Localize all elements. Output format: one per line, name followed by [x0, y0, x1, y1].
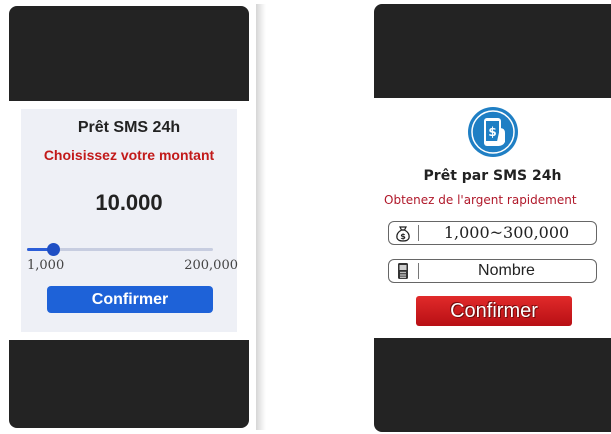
page-title: Prêt SMS 24h [77, 119, 181, 136]
money-bag-icon: $ [396, 226, 410, 242]
svg-text:$: $ [400, 232, 406, 241]
phone-icon [398, 263, 408, 279]
left-phone-mockup [9, 6, 249, 428]
amount-range-field[interactable]: $ 1,000~300,000 [388, 221, 597, 245]
submit-button[interactable]: Confirmer [416, 296, 572, 326]
right-phone-mockup [374, 4, 611, 432]
page-subtitle: Choisissez votre montant [43, 147, 215, 163]
field-separator [418, 263, 419, 279]
phone-number-placeholder[interactable]: Nombre [421, 260, 592, 282]
svg-text:$: $ [488, 125, 496, 139]
panel-divider [256, 4, 266, 430]
slider-max-label: 200,000 [184, 258, 238, 273]
field-separator [418, 225, 419, 241]
app-title: Prêt par SMS 24h [423, 168, 562, 184]
app-subtitle: Obtenez de l'argent rapidement [384, 193, 577, 207]
phone-dollar-icon: $ [468, 107, 518, 157]
amount-slider[interactable] [27, 243, 213, 256]
phone-number-field[interactable]: Nombre [388, 259, 597, 283]
amount-value: 10.000 [95, 190, 163, 215]
slider-min-label: 1,000 [27, 258, 65, 273]
amount-range-text: 1,000~300,000 [443, 223, 570, 242]
slider-thumb[interactable] [47, 243, 60, 256]
confirm-button[interactable]: Confirmer [47, 286, 213, 313]
